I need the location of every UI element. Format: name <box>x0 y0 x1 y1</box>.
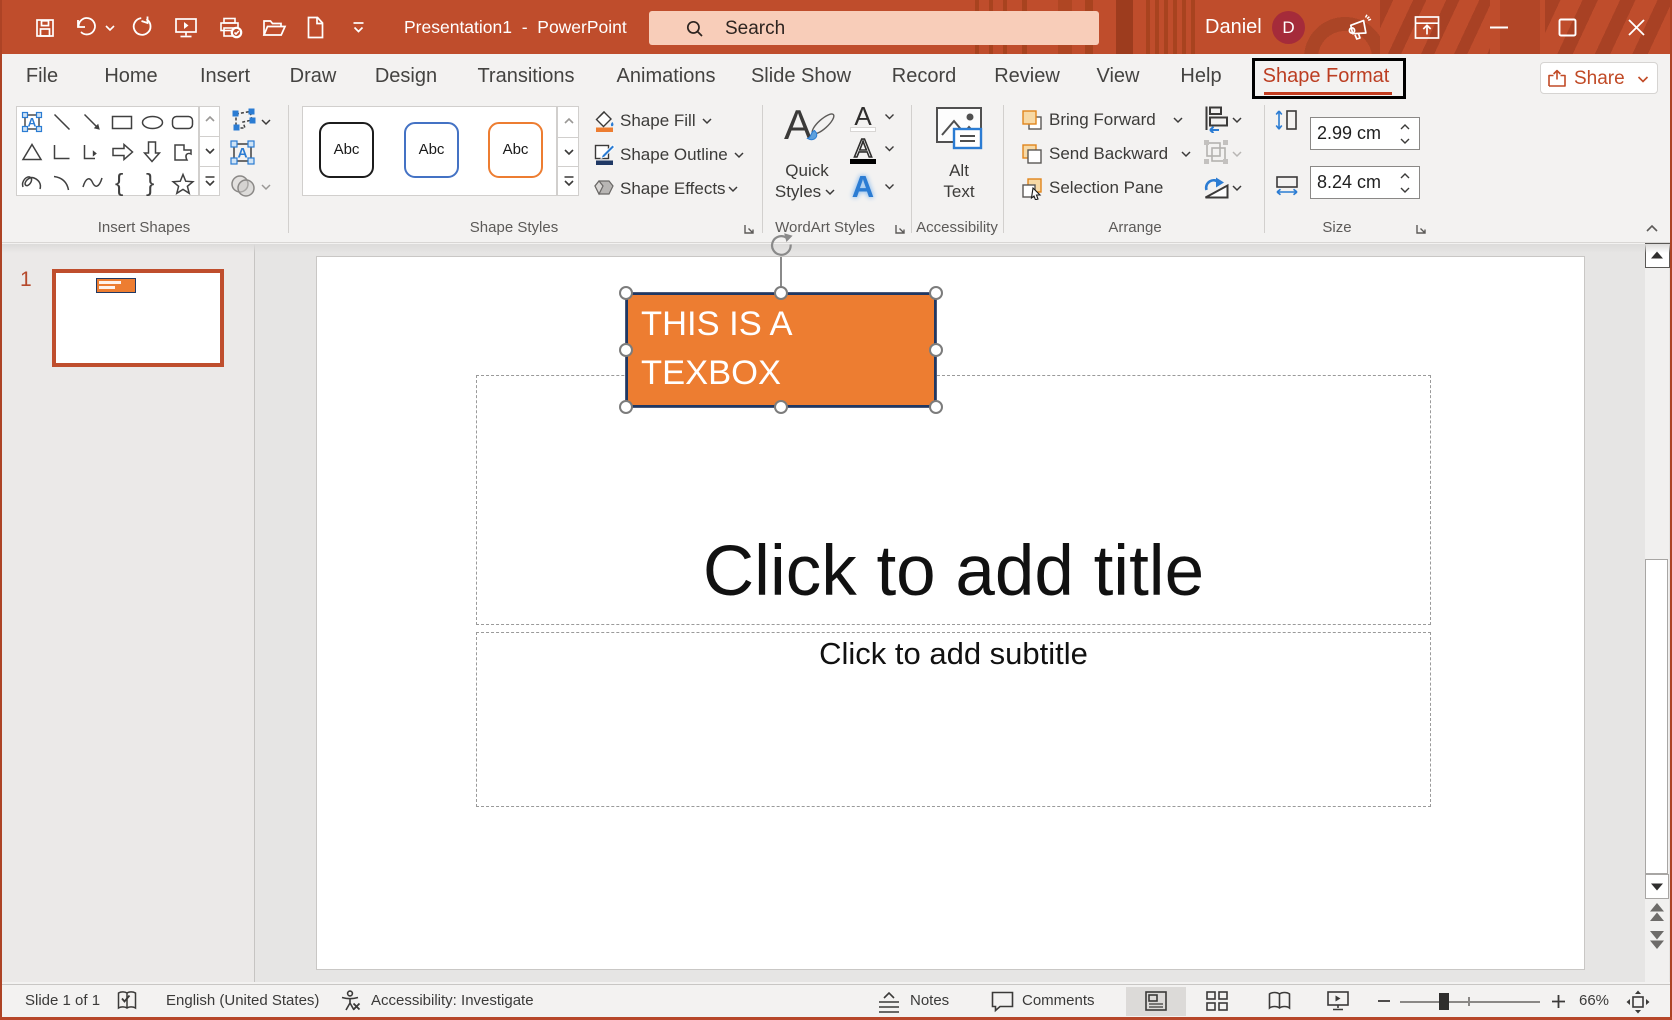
svg-text:A: A <box>237 145 247 161</box>
svg-text:A: A <box>854 133 872 161</box>
svg-text:A: A <box>28 116 37 130</box>
